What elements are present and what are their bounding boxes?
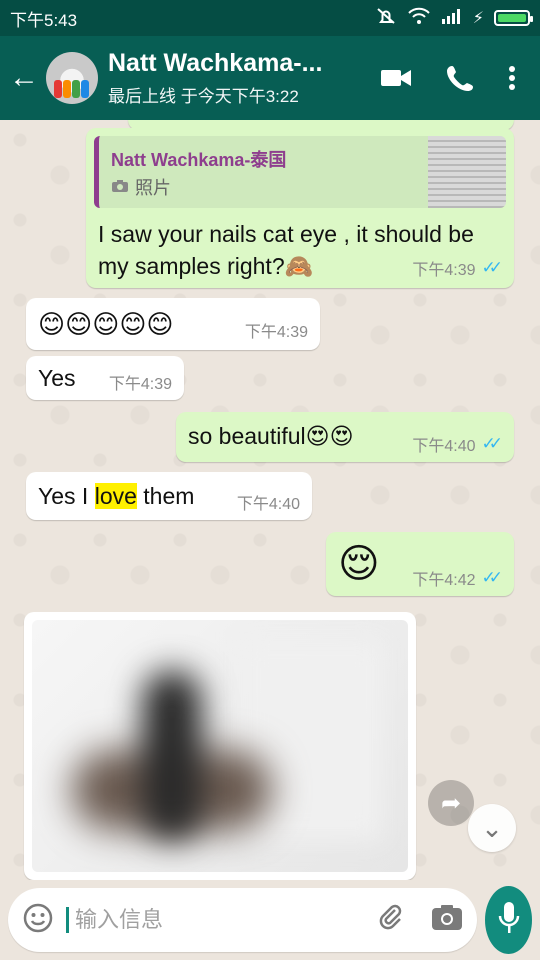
read-ticks-icon: ✓✓ xyxy=(481,568,503,587)
message-meta: 下午4:40 ✓✓ xyxy=(412,432,502,456)
avatar[interactable] xyxy=(46,52,98,104)
camera-icon xyxy=(111,177,129,198)
voice-call-icon[interactable] xyxy=(446,64,474,92)
quoted-sender: Natt Wachkama-泰国 xyxy=(111,150,287,170)
attach-icon[interactable] xyxy=(375,903,405,938)
status-bar: 下午5:43 ⚡ xyxy=(0,0,540,36)
photo[interactable] xyxy=(32,620,408,872)
contact-info[interactable]: Natt Wachkama-... 最后上线 于今天下午3:22 xyxy=(108,49,380,107)
composer xyxy=(0,880,540,960)
message-time: 下午4:40 xyxy=(412,438,476,455)
monkey-emoji: 🙈 xyxy=(284,253,314,279)
forward-icon[interactable]: ➦ xyxy=(428,780,474,826)
status-time: 下午5:43 xyxy=(10,10,78,30)
message-meta: 下午4:39 ✓✓ xyxy=(412,256,502,280)
quoted-thumbnail xyxy=(428,136,506,208)
message-meta: 下午4:39 xyxy=(109,370,172,394)
message-time: 下午4:39 xyxy=(244,324,308,341)
message-input[interactable] xyxy=(66,907,363,933)
video-call-icon[interactable] xyxy=(380,67,412,89)
charging-icon: ⚡ xyxy=(472,10,484,27)
avatar-stripe xyxy=(72,80,80,98)
message-incoming[interactable]: Yes I love them 下午4:40 xyxy=(26,472,312,520)
more-menu-icon[interactable] xyxy=(508,65,516,91)
last-seen: 最后上线 于今天下午3:22 xyxy=(108,87,299,106)
message-outgoing[interactable]: so beautiful😍😍 下午4:40 ✓✓ xyxy=(176,412,514,462)
quoted-reply[interactable]: Natt Wachkama-泰国 照片 xyxy=(94,136,506,208)
mute-icon xyxy=(375,6,397,31)
back-arrow-icon[interactable]: ← xyxy=(2,61,46,95)
signal-icon xyxy=(441,8,463,29)
mic-icon xyxy=(497,901,521,940)
message-incoming[interactable]: 😊😊😊😊😊 下午4:39 xyxy=(26,298,320,350)
header-actions xyxy=(380,64,516,92)
message-meta: 下午4:42 ✓✓ xyxy=(412,566,502,590)
heart-eyes-emojis: 😍😍 xyxy=(305,423,354,449)
message-outgoing[interactable]: Natt Wachkama-泰国 照片 I saw your nails cat… xyxy=(86,128,514,288)
input-container xyxy=(8,888,477,952)
avatar-stripe xyxy=(63,80,71,98)
highlighted-word: love xyxy=(94,483,137,509)
wifi-icon xyxy=(407,7,431,30)
status-icons: ⚡ xyxy=(375,6,533,31)
message-incoming[interactable]: Yes 下午4:39 xyxy=(26,356,184,400)
read-ticks-icon: ✓✓ xyxy=(481,434,503,453)
text-after: them xyxy=(136,483,195,509)
message-time: 下午4:39 xyxy=(108,376,172,393)
message-meta: 下午4:40 xyxy=(237,490,300,514)
message-time: 下午4:39 xyxy=(412,262,476,279)
message-text-content: so beautiful xyxy=(188,423,306,449)
text-before: Yes I xyxy=(38,483,95,509)
image-message[interactable] xyxy=(24,612,416,880)
avatar-stripe xyxy=(54,80,62,98)
read-ticks-icon: ✓✓ xyxy=(481,258,503,277)
avatar-stripe xyxy=(81,80,89,98)
message-time: 下午4:42 xyxy=(412,572,476,589)
message-meta: 下午4:39 xyxy=(245,318,308,342)
scroll-down-icon[interactable]: ⌄ xyxy=(468,804,516,852)
chat-header: ← Natt Wachkama-... 最后上线 于今天下午3:22 xyxy=(0,36,540,120)
camera-icon[interactable] xyxy=(431,904,463,937)
photo-blur-area xyxy=(142,670,202,840)
chat-area[interactable]: Natt Wachkama-泰国 照片 I saw your nails cat… xyxy=(0,120,540,880)
mic-button[interactable] xyxy=(485,886,532,954)
quoted-type: 照片 xyxy=(111,174,171,200)
quoted-type-label: 照片 xyxy=(135,178,171,198)
message-outgoing[interactable]: 😌 下午4:42 ✓✓ xyxy=(326,532,514,596)
emoji-picker-icon[interactable] xyxy=(22,902,54,939)
battery-icon xyxy=(494,10,533,26)
message-time: 下午4:40 xyxy=(236,496,300,513)
contact-name: Natt Wachkama-... xyxy=(108,49,323,77)
